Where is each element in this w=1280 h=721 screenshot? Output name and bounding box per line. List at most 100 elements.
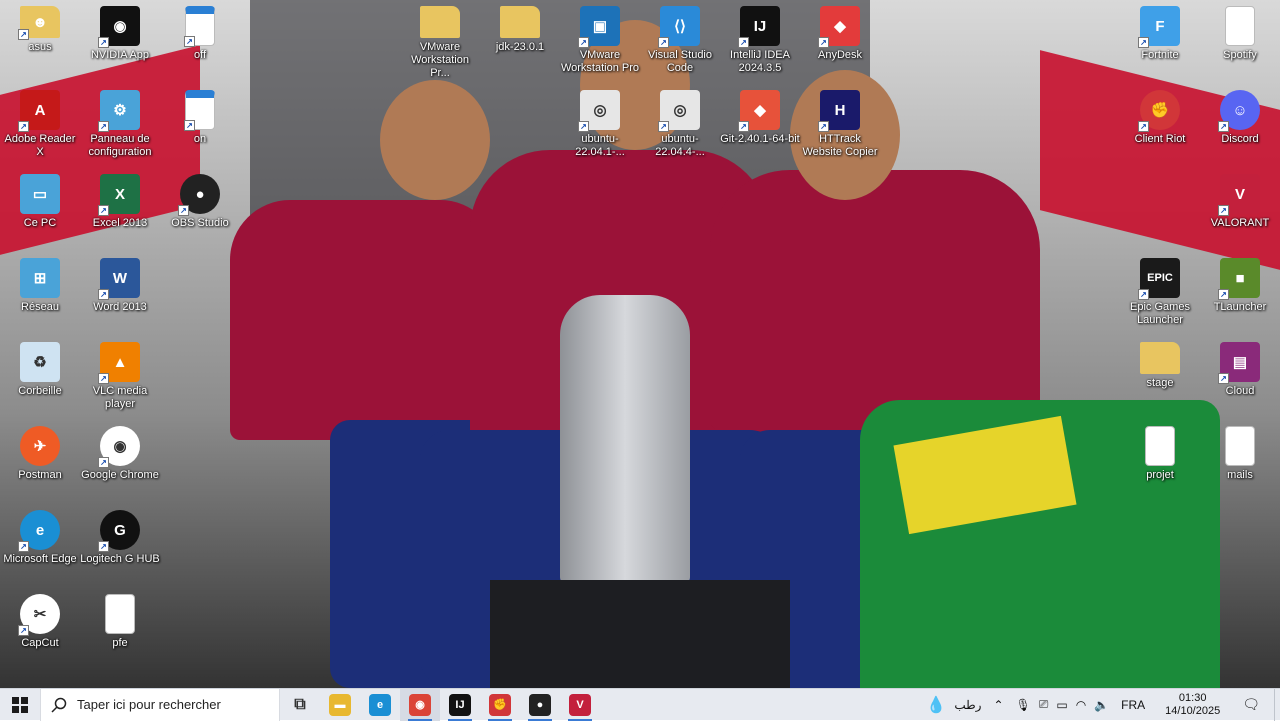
desktop-icon-microsoft-edge[interactable]: e ↗ Microsoft Edge bbox=[0, 504, 80, 588]
volume-icon[interactable]: 🔈 bbox=[1090, 698, 1113, 712]
desktop-icon-obs-studio[interactable]: ● ↗ OBS Studio bbox=[160, 168, 240, 252]
desktop-icon-valorant[interactable]: V ↗ VALORANT bbox=[1200, 168, 1280, 252]
desktop-icon-label: stage bbox=[1146, 377, 1174, 389]
desktop-icon-httrack-website-copier[interactable]: H ↗ HTTrack Website Copier bbox=[800, 84, 880, 168]
folder-icon bbox=[420, 6, 460, 38]
desktop[interactable]: ☻ ↗ asus ◉ ↗ NVIDIA App ↗ off VMware Workstation… bbox=[0, 0, 1280, 688]
fortnite-icon: F ↗ bbox=[1138, 6, 1180, 48]
word-icon: W ↗ bbox=[98, 258, 140, 300]
shortcut-arrow-icon: ↗ bbox=[658, 121, 669, 132]
desktop-icon-pfe[interactable]: pfe bbox=[80, 588, 160, 672]
vmware-icon: ▣ ↗ bbox=[578, 6, 620, 48]
desktop-icon-label: Google Chrome bbox=[81, 469, 159, 481]
battery-icon[interactable]: ▭ bbox=[1052, 698, 1071, 712]
desktop-icon-label: OBS Studio bbox=[171, 217, 229, 229]
desktop-icon-label: Adobe Reader X bbox=[4, 133, 76, 158]
wifi-icon[interactable]: ◠ bbox=[1072, 698, 1090, 712]
desktop-icon-on[interactable]: ↗ on bbox=[160, 84, 240, 168]
desktop-icon-r-seau[interactable]: ⊞ Réseau bbox=[0, 252, 80, 336]
show-desktop-button[interactable] bbox=[1274, 688, 1280, 721]
taskbar-app-edge[interactable]: e bbox=[360, 689, 400, 721]
taskbar-app-task-view[interactable]: ⧉ bbox=[280, 689, 320, 721]
taskbar-app-valorant[interactable]: V bbox=[560, 689, 600, 721]
desktop-icon-ubuntu-22-04-4[interactable]: ◎ ↗ ubuntu-22.04.4-... bbox=[640, 84, 720, 168]
desktop-icon-vmware-workstation-pro[interactable]: ▣ ↗ VMware Workstation Pro bbox=[560, 0, 640, 84]
device-icon[interactable]: ⎚ bbox=[1035, 697, 1053, 712]
minecraft-icon: ■ ↗ bbox=[1218, 258, 1260, 300]
desktop-icon-adobe-reader-x[interactable]: A ↗ Adobe Reader X bbox=[0, 84, 80, 168]
taskbar-app-chrome[interactable]: ◉ bbox=[400, 688, 440, 721]
riot-icon: ✊ ↗ bbox=[1138, 90, 1180, 132]
desktop-icon-git-2-40-1-64-bit[interactable]: ◆ ↗ Git-2.40.1-64-bit bbox=[720, 84, 800, 168]
weather-text[interactable]: رطب bbox=[950, 698, 985, 712]
desktop-icon-label: HTTrack Website Copier bbox=[802, 133, 878, 158]
desktop-icon-label: Client Riot bbox=[1134, 133, 1186, 145]
desktop-icon-epic-games-launcher[interactable]: EPIC ↗ Epic Games Launcher bbox=[1120, 252, 1200, 336]
start-button[interactable] bbox=[0, 689, 40, 721]
notification-icon[interactable]: 🗨 bbox=[1232, 696, 1270, 713]
taskbar-app-riot[interactable]: ✊ bbox=[480, 689, 520, 721]
desktop-icon-corbeille[interactable]: ♻ Corbeille bbox=[0, 336, 80, 420]
desktop-icon-google-chrome[interactable]: ◉ ↗ Google Chrome bbox=[80, 420, 160, 504]
desktop-icon-intellij-idea-2024-3-5[interactable]: IJ ↗ IntelliJ IDEA 2024.3.5 bbox=[720, 0, 800, 84]
desktop-icon-ubuntu-22-04-1[interactable]: ◎ ↗ ubuntu-22.04.1-... bbox=[560, 84, 640, 168]
search-placeholder: Taper ici pour rechercher bbox=[77, 697, 221, 712]
desktop-icon-panneau-de-configuration[interactable]: ⚙ ↗ Panneau de configuration bbox=[80, 84, 160, 168]
desktop-icon-postman[interactable]: ✈ Postman bbox=[0, 420, 80, 504]
chevron-up-icon[interactable]: ⌃ bbox=[985, 698, 1011, 712]
clock[interactable]: 01:30 14/10/2025 bbox=[1153, 692, 1232, 718]
network-icon: ⊞ bbox=[20, 258, 60, 298]
desktop-icon-excel-2013[interactable]: X ↗ Excel 2013 bbox=[80, 168, 160, 252]
desktop-icon-fortnite[interactable]: F ↗ Fortnite bbox=[1120, 0, 1200, 84]
desktop-icon-visual-studio-code[interactable]: ⟨⟩ ↗ Visual Studio Code bbox=[640, 0, 720, 84]
desktop-icon-discord[interactable]: ☺ ↗ Discord bbox=[1200, 84, 1280, 168]
search-icon bbox=[51, 697, 67, 713]
desktop-icon-stage[interactable]: stage bbox=[1120, 336, 1200, 420]
vscode-icon: ⟨⟩ ↗ bbox=[658, 6, 700, 48]
desktop-icon-label: IntelliJ IDEA 2024.3.5 bbox=[730, 49, 790, 74]
desktop-icon-word-2013[interactable]: W ↗ Word 2013 bbox=[80, 252, 160, 336]
desktop-icon-client-riot[interactable]: ✊ ↗ Client Riot bbox=[1120, 84, 1200, 168]
desktop-icon-off[interactable]: ↗ off bbox=[160, 0, 240, 84]
httrack-icon: H ↗ bbox=[818, 90, 860, 132]
desktop-icon-logitech-g-hub[interactable]: G ↗ Logitech G HUB bbox=[80, 504, 160, 588]
desktop-icon-mails[interactable]: mails bbox=[1200, 420, 1280, 504]
microphone-icon[interactable]: 🎙 bbox=[1012, 698, 1035, 712]
desktop-icon-label: jdk-23.0.1 bbox=[495, 41, 545, 53]
weather-icon[interactable]: 💧 bbox=[922, 695, 950, 715]
search-box[interactable]: Taper ici pour rechercher bbox=[40, 688, 280, 721]
desktop-icon-cloud[interactable]: ▤ ↗ Cloud bbox=[1200, 336, 1280, 420]
taskbar-app-intellij[interactable]: IJ bbox=[440, 689, 480, 721]
shortcut-arrow-icon: ↗ bbox=[178, 205, 189, 216]
desktop-icon-anydesk[interactable]: ◆ ↗ AnyDesk bbox=[800, 0, 880, 84]
desktop-icon-label: ubuntu-22.04.4-... bbox=[655, 133, 705, 158]
wallpaper-player-left bbox=[230, 200, 500, 440]
taskbar-app-obs[interactable]: ● bbox=[520, 689, 560, 721]
desktop-icon-nvidia-app[interactable]: ◉ ↗ NVIDIA App bbox=[80, 0, 160, 84]
desktop-icon-label: Fortnite bbox=[1141, 49, 1179, 61]
desktop-icon-asus[interactable]: ☻ ↗ asus bbox=[0, 0, 80, 84]
shortcut-arrow-icon: ↗ bbox=[98, 37, 109, 48]
taskbar-app-file-explorer[interactable]: ▬ bbox=[320, 689, 360, 721]
desktop-icon-jdk-23-0-1[interactable]: jdk-23.0.1 bbox=[480, 0, 560, 84]
desktop-icon-vmware-workstation-pr[interactable]: VMware Workstation Pr... bbox=[400, 0, 480, 84]
desktop-icon-label: asus bbox=[28, 41, 52, 53]
shortcut-arrow-icon: ↗ bbox=[98, 457, 109, 468]
shortcut-arrow-icon: ↗ bbox=[818, 37, 829, 48]
riot-icon: ✊ bbox=[489, 693, 511, 716]
desktop-icon-ce-pc[interactable]: ▭ Ce PC bbox=[0, 168, 80, 252]
shortcut-arrow-icon: ↗ bbox=[18, 541, 29, 552]
shortcut-arrow-icon: ↗ bbox=[98, 289, 109, 300]
desktop-icon-capcut[interactable]: ✂ ↗ CapCut bbox=[0, 588, 80, 672]
desktop-icon-projet[interactable]: projet bbox=[1120, 420, 1200, 504]
nvidia-icon: ◉ ↗ bbox=[98, 6, 140, 48]
desktop-icon-spotify[interactable]: Spotify bbox=[1200, 0, 1280, 84]
desktop-icon-tlauncher[interactable]: ■ ↗ TLauncher bbox=[1200, 252, 1280, 336]
desktop-icon-label: VMware Workstation Pro bbox=[560, 49, 640, 74]
shortcut-arrow-icon: ↗ bbox=[1138, 289, 1149, 300]
language-indicator[interactable]: FRA bbox=[1113, 698, 1153, 712]
desktop-icon-label: on bbox=[193, 133, 207, 145]
desktop-icon-vlc-media-player[interactable]: ▲ ↗ VLC media player bbox=[80, 336, 160, 420]
disc-icon: ◎ ↗ bbox=[578, 90, 620, 132]
file-icon bbox=[1225, 426, 1255, 466]
